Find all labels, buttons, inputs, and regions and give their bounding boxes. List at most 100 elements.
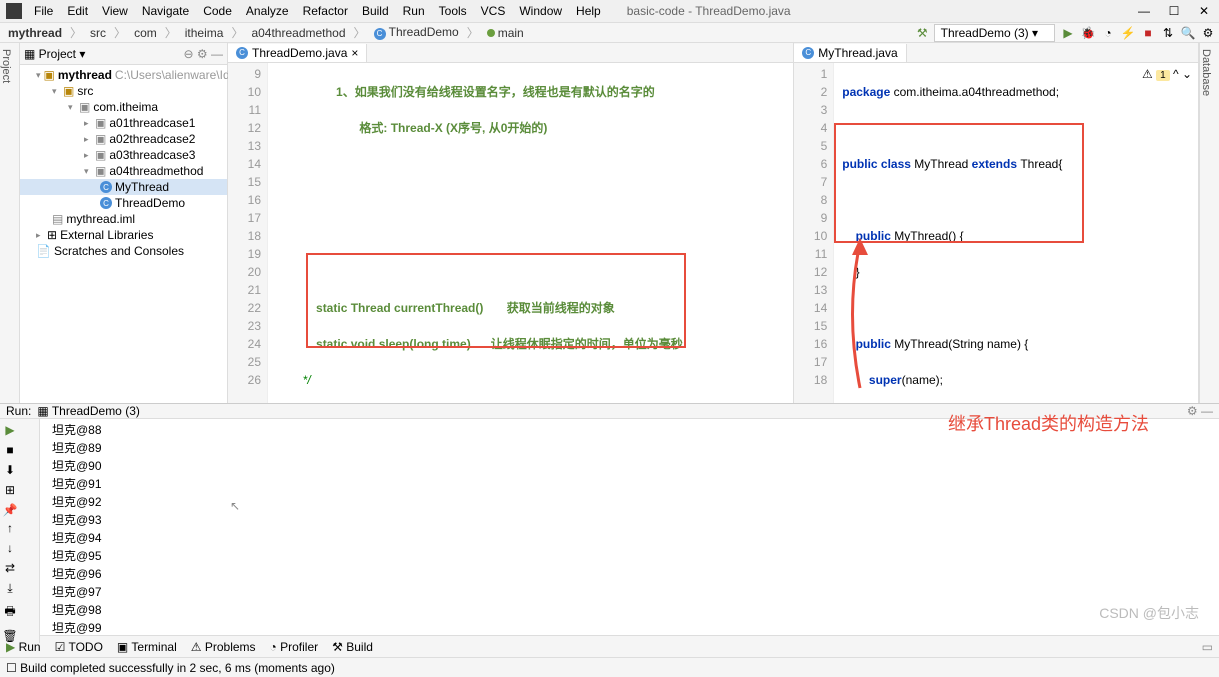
- menu-view[interactable]: View: [96, 2, 134, 20]
- minimize-button[interactable]: —: [1129, 0, 1159, 22]
- tree-class-mythread[interactable]: C MyThread: [20, 179, 227, 195]
- maximize-button[interactable]: ☐: [1159, 0, 1189, 22]
- breadcrumb-item[interactable]: mythread: [4, 25, 66, 41]
- output-line: 坦克@97: [52, 583, 1207, 601]
- coverage-icon[interactable]: ◔: [1101, 26, 1115, 40]
- print-icon[interactable]: 🖶: [4, 602, 15, 623]
- tree-package[interactable]: ▾▣ com.itheima: [20, 99, 227, 115]
- code-area-right[interactable]: 123456789101112131415161718 package com.…: [794, 63, 1198, 403]
- menu-run[interactable]: Run: [397, 2, 431, 20]
- output-line: 坦克@90: [52, 457, 1207, 475]
- breadcrumb-item[interactable]: main: [483, 25, 528, 41]
- tree-folder[interactable]: ▸▣ a02threadcase2: [20, 131, 227, 147]
- code-left[interactable]: 1、如果我们没有给线程设置名字，线程也是有默认的名字的 格式: Thread-X…: [268, 63, 793, 403]
- run-toolbar: ▶ ■ ⬇ ⊞ 📌 ↑ ↓ ⇄ ⤓ 🖶 🗑: [0, 419, 40, 643]
- app-icon: [6, 3, 22, 19]
- editor-tabs-right: CMyThread.java: [794, 43, 1198, 63]
- menu-navigate[interactable]: Navigate: [136, 2, 195, 20]
- tab-mythread[interactable]: CMyThread.java: [794, 44, 906, 62]
- bottom-tab-run[interactable]: ▶ Run: [6, 640, 41, 654]
- menu-help[interactable]: Help: [570, 2, 607, 20]
- tree-folder[interactable]: ▸▣ a03threadcase3: [20, 147, 227, 163]
- tree-folder[interactable]: ▾▣ a04threadmethod: [20, 163, 227, 179]
- tree-ext-libs[interactable]: ▸⊞ External Libraries: [20, 227, 227, 243]
- breadcrumb-item[interactable]: a04threadmethod: [247, 25, 349, 41]
- menu-window[interactable]: Window: [513, 2, 568, 20]
- pin-icon[interactable]: 📌: [3, 503, 18, 517]
- breadcrumb-item[interactable]: C ThreadDemo: [370, 24, 463, 41]
- output-line: 坦克@88: [52, 421, 1207, 439]
- output-line: 坦克@96: [52, 565, 1207, 583]
- output-line: 坦克@98: [52, 601, 1207, 619]
- build-icon[interactable]: ⚒: [917, 26, 928, 40]
- tree-folder[interactable]: ▸▣ a01threadcase1: [20, 115, 227, 131]
- tree-scratches[interactable]: 📄 Scratches and Consoles: [20, 243, 227, 259]
- tree-src[interactable]: ▾▣ src: [20, 83, 227, 99]
- output-line: 坦克@92: [52, 493, 1207, 511]
- down-icon[interactable]: ↓: [7, 541, 13, 555]
- menu-tools[interactable]: Tools: [433, 2, 473, 20]
- profile-icon[interactable]: ⚡: [1121, 26, 1135, 40]
- close-button[interactable]: ✕: [1189, 0, 1219, 22]
- up-icon[interactable]: ↑: [7, 521, 13, 535]
- menu-edit[interactable]: Edit: [61, 2, 94, 20]
- output-line: 坦克@89: [52, 439, 1207, 457]
- tab-threaddemo[interactable]: CThreadDemo.java ×: [228, 44, 367, 62]
- run-config-name[interactable]: ▦ ThreadDemo (3): [37, 404, 140, 418]
- code-area-left[interactable]: 91011121314151617181920212223242526 1、如果…: [228, 63, 793, 403]
- tree-iml[interactable]: ▤ mythread.iml: [20, 211, 227, 227]
- menu-refactor[interactable]: Refactor: [297, 2, 354, 20]
- panel-tools[interactable]: ⊖ ⚙ —: [184, 47, 223, 61]
- run-panel: Run: ▦ ThreadDemo (3) ⚙ — ▶ ■ ⬇ ⊞ 📌 ↑ ↓ …: [0, 403, 1219, 635]
- output-line: 坦克@91: [52, 475, 1207, 493]
- project-panel: ▦ Project ▾ ⊖ ⚙ — ▾▣ mythread C:\Users\a…: [20, 43, 228, 403]
- status-text: ☐ Build completed successfully in 2 sec,…: [6, 661, 335, 675]
- menu-file[interactable]: File: [28, 2, 59, 20]
- run-config-dropdown[interactable]: ThreadDemo (3) ▾: [934, 24, 1055, 42]
- gutter-left: 91011121314151617181920212223242526: [228, 63, 268, 403]
- project-tree: ▾▣ mythread C:\Users\alienware\IdeaProje…: [20, 65, 227, 261]
- menu-code[interactable]: Code: [197, 2, 238, 20]
- editor-left: CThreadDemo.java × 910111213141516171819…: [228, 43, 794, 403]
- git-icon[interactable]: ⇅: [1161, 26, 1175, 40]
- project-label: ▦ Project ▾: [24, 47, 85, 61]
- layout-icon[interactable]: ⊞: [5, 483, 15, 497]
- left-tool-stripe[interactable]: Project: [0, 43, 20, 403]
- code-right[interactable]: package com.itheima.a04threadmethod; pub…: [834, 63, 1198, 403]
- settings-icon[interactable]: ⚙: [1201, 26, 1215, 40]
- inspection-warn[interactable]: ⚠ 1 ^ ⌄: [1142, 65, 1192, 85]
- gutter-right: 123456789101112131415161718: [794, 63, 834, 403]
- exit-icon[interactable]: ⬇: [5, 463, 15, 477]
- search-icon[interactable]: 🔍: [1181, 26, 1195, 40]
- tree-root[interactable]: ▾▣ mythread C:\Users\alienware\IdeaProje…: [20, 67, 227, 83]
- rerun-icon[interactable]: ▶: [5, 423, 14, 437]
- breadcrumb-item[interactable]: com: [130, 25, 161, 41]
- menu-analyze[interactable]: Analyze: [240, 2, 295, 20]
- scroll-icon[interactable]: ⤓: [7, 581, 12, 596]
- project-panel-header: ▦ Project ▾ ⊖ ⚙ —: [20, 43, 227, 65]
- stop-icon[interactable]: ■: [1141, 26, 1155, 40]
- menu-build[interactable]: Build: [356, 2, 395, 20]
- run-icon[interactable]: ▶: [1061, 26, 1075, 40]
- tree-class-threaddemo[interactable]: C ThreadDemo: [20, 195, 227, 211]
- editor-tabs-left: CThreadDemo.java ×: [228, 43, 793, 63]
- breadcrumb-item[interactable]: src: [86, 25, 110, 41]
- output-line: 坦克@95: [52, 547, 1207, 565]
- breadcrumb-item[interactable]: itheima: [181, 25, 228, 41]
- stop-icon[interactable]: ■: [6, 443, 13, 457]
- status-bar: ☐ Build completed successfully in 2 sec,…: [0, 657, 1219, 677]
- debug-icon[interactable]: 🐞: [1081, 26, 1095, 40]
- menu-vcs[interactable]: VCS: [475, 2, 512, 20]
- window-title: basic-code - ThreadDemo.java: [627, 4, 791, 18]
- run-label: Run:: [6, 404, 31, 418]
- navigation-bar: mythread〉 src〉 com〉 itheima〉 a04threadme…: [0, 23, 1219, 43]
- menubar: File Edit View Navigate Code Analyze Ref…: [28, 2, 607, 20]
- red-highlight-box-right: [834, 123, 1084, 243]
- wrap-icon[interactable]: ⇄: [5, 561, 15, 575]
- run-panel-settings[interactable]: ⚙ —: [1187, 404, 1213, 418]
- output-line: 坦克@99: [52, 619, 1207, 637]
- cursor-icon: ↖: [230, 497, 240, 515]
- right-tool-stripe[interactable]: Database: [1199, 43, 1219, 403]
- run-output[interactable]: 坦克@88 坦克@89 坦克@90 坦克@91 坦克@92 坦克@93 坦克@9…: [40, 419, 1219, 643]
- watermark: CSDN @包小志: [1099, 603, 1199, 623]
